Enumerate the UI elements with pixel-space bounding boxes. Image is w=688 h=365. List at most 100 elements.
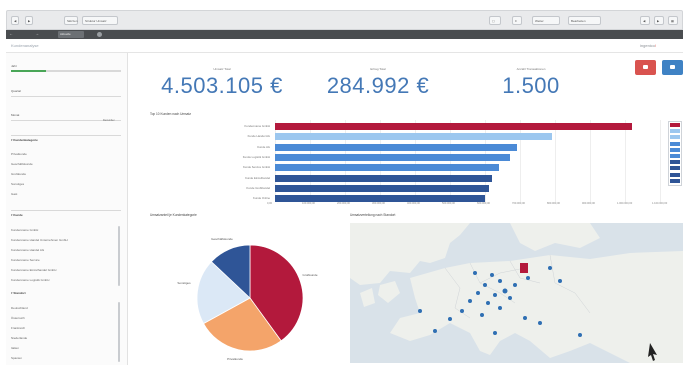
list-item[interactable]: Niederlande: [11, 336, 27, 340]
x-tick-label: 1.000.000,00: [617, 202, 633, 205]
kpi-label: Anzahl Transaktionen: [516, 67, 546, 71]
tab-weiter[interactable]: Weiter: [532, 16, 560, 25]
bar[interactable]: [275, 123, 632, 130]
bookmark-icon: ▢: [492, 19, 495, 23]
selection-forward[interactable]: →: [35, 31, 39, 36]
list-item[interactable]: Geschäftskunde: [11, 162, 33, 166]
divider: [11, 210, 121, 211]
bar[interactable]: [275, 184, 489, 192]
bookmark-button[interactable]: ▢: [489, 16, 501, 25]
bar-chart-title: Top 10 Kunden nach Umsatz: [150, 112, 191, 116]
pie-chart-title: Umsatzanteil je Kundenkategorie: [150, 213, 197, 217]
arrow-left-icon: ←: [9, 31, 13, 36]
bar-category-label: Kunde AG: [257, 144, 270, 149]
list-item[interactable]: Kundenname Handel Unternehmen GmbH: [11, 238, 68, 242]
breadcrumb-root[interactable]: Skizzen: [64, 16, 78, 25]
pie-slice-label: Privatkunde: [227, 357, 243, 361]
x-tick-label: 400.000,00: [407, 202, 420, 205]
bar[interactable]: [275, 143, 517, 151]
sheet-menu-button[interactable]: ≡: [512, 16, 522, 25]
quarter-label: Quartal: [11, 89, 21, 93]
x-tick-label: 800.000,00: [547, 202, 560, 205]
dashboard-page: ◀ ▶ Skizzen Struktur Umsatz ▢ ≡ Weiter B…: [0, 0, 688, 365]
quarter-field[interactable]: [11, 96, 121, 97]
bar-category-label: Kunde Handel AG: [247, 134, 270, 139]
list-item[interactable]: Sonstiges: [11, 182, 24, 186]
bar-category-label: Kunde Online: [253, 196, 270, 201]
list-item[interactable]: Deutschland: [11, 306, 28, 310]
list-item[interactable]: Kundenname Einzelhandel GmbH: [11, 268, 56, 272]
kpi-label: Ertrag Total: [370, 67, 386, 71]
company-logo: ingenico/: [640, 43, 657, 48]
gridline: [555, 120, 556, 202]
bar[interactable]: [275, 133, 552, 141]
chevron-right-icon: ▶: [657, 19, 660, 23]
kpi-value: 1.500: [502, 73, 560, 98]
selection-bar: [6, 30, 683, 39]
pie-slice-label: Geschäftskunde: [211, 237, 233, 241]
list-item[interactable]: Gast: [11, 192, 17, 196]
grid-icon: ▦: [671, 19, 674, 23]
year-label: Jahr: [11, 64, 17, 68]
list-item[interactable]: Kundenname Logistik GmbH: [11, 278, 49, 282]
chevron-left-icon: ◀: [643, 19, 646, 23]
x-tick-label: 700.000,00: [512, 202, 525, 205]
category-filter-title: ▾ Kundenkategorie: [11, 138, 38, 142]
list-item[interactable]: Italien: [11, 346, 19, 350]
list-item[interactable]: Österreich: [11, 316, 25, 320]
share-button[interactable]: [662, 60, 683, 75]
bar[interactable]: [275, 164, 499, 172]
breadcrumb-sheet[interactable]: Struktur Umsatz: [82, 16, 118, 25]
list-item[interactable]: Kundenname GmbH: [11, 228, 38, 232]
list-item[interactable]: Großkunde: [11, 172, 26, 176]
app-header: [6, 39, 683, 53]
list-item[interactable]: Frankreich: [11, 326, 25, 330]
bar[interactable]: [275, 153, 510, 161]
bar-chart[interactable]: 0,00 100.000,00 200.000,00 300.000,00 400.00…: [150, 118, 683, 208]
customer-list-scrollbar[interactable]: [118, 226, 120, 286]
bar-category-label: Kunde Service GmbH: [242, 165, 270, 170]
x-tick-label: 500.000,00: [442, 202, 455, 205]
selection-back[interactable]: ←: [9, 31, 13, 36]
year-slider-fill[interactable]: [11, 70, 46, 72]
menu-icon: ≡: [515, 19, 517, 23]
pie-slice-label: Sonstiges: [177, 281, 191, 285]
tab-bearbeiten[interactable]: Bearbeiten: [568, 16, 601, 25]
arrow-right-icon: →: [35, 31, 39, 36]
map-title: Umsatzverteilung nach Standort: [350, 213, 396, 217]
gridline: [625, 120, 626, 202]
location-list-scrollbar[interactable]: [118, 302, 120, 362]
settings-icon[interactable]: [97, 32, 102, 37]
back-button[interactable]: ◀: [11, 16, 20, 25]
x-tick-label: 300.000,00: [372, 202, 385, 205]
list-item[interactable]: Kundenname Service: [11, 258, 40, 262]
current-selection-chip[interactable]: Aktuelle Auswahl: [58, 31, 84, 43]
forward-button[interactable]: ▶: [25, 16, 34, 25]
bar-category-label: Kunde Logistik GmbH: [242, 154, 270, 159]
bar[interactable]: [275, 174, 492, 182]
bar-category-label: Kunde Einzelhandel: [245, 175, 270, 180]
export-button[interactable]: [635, 60, 656, 75]
list-item[interactable]: Spanien: [11, 356, 22, 360]
export-icon: [643, 65, 648, 69]
bar[interactable]: [275, 195, 485, 203]
prev-sheet-button[interactable]: ◀: [640, 16, 650, 25]
list-item[interactable]: Privatkunde: [11, 152, 27, 156]
month-value: Dezember: [103, 119, 115, 122]
location-filter-title: ▾ Standort: [11, 291, 26, 295]
next-sheet-button[interactable]: ▶: [654, 16, 664, 25]
back-icon: ◀: [14, 19, 17, 23]
divider: [11, 135, 121, 136]
app-toolbar: ◀ ▶ Skizzen Struktur Umsatz ▢ ≡ Weiter B…: [6, 10, 683, 30]
pie-slice-label: Großkunde: [302, 273, 317, 277]
kpi-value: 4.503.105 €: [161, 73, 283, 98]
location-map[interactable]: [350, 223, 683, 363]
grid-button[interactable]: ▦: [668, 16, 678, 25]
x-tick-label: 600.000,00: [477, 202, 490, 205]
list-item[interactable]: Kundenname Handel AG: [11, 248, 44, 252]
x-tick-label: 1.100.000,00: [652, 202, 668, 205]
x-tick-label: 200.000,00: [337, 202, 350, 205]
europe-map: [350, 223, 683, 363]
pie-chart[interactable]: Großkunde Privatkunde Sonstiges Geschäftsku…: [150, 218, 350, 365]
customer-filter-title: ▾ Kunde: [11, 213, 23, 217]
